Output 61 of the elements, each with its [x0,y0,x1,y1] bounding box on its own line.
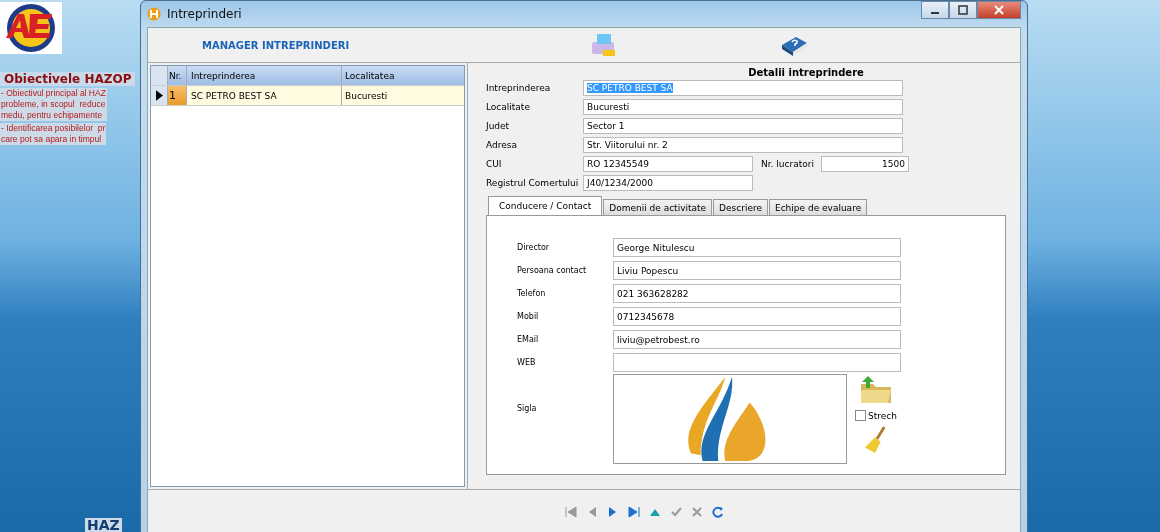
manager-title: MANAGER INTREPRINDERI [202,39,350,51]
field-label: Persoana contact [516,266,588,275]
window-title: Intreprinderi [167,7,242,21]
last-record-button[interactable] [626,505,641,519]
field-label: EMail [516,335,540,344]
checkbox-label: Strech [868,410,897,421]
field-label: Sigla [516,404,538,413]
checkbox[interactable] [855,410,866,421]
column-header[interactable]: Intreprinderea [187,66,342,85]
field-label: Localitate [486,101,531,112]
field-label: WEB [516,358,537,367]
table-cell: 1 [168,86,187,105]
text-field[interactable]: RO 12345549 [583,155,753,172]
text-field[interactable]: 021 363628282 [613,284,901,303]
open-folder-icon[interactable] [858,374,893,406]
field-label: Intreprinderea [486,82,552,93]
text-field[interactable] [613,353,901,372]
tab[interactable]: Domenii de activitate [603,199,713,215]
field-label: Mobil [516,312,540,321]
number-field[interactable]: 1500 [821,155,909,172]
text-field[interactable]: 0712345678 [613,307,901,326]
row-indicator-cell[interactable] [151,86,168,105]
close-icon [994,5,1004,15]
text-field[interactable]: Str. Viitorului nr. 2 [583,136,903,153]
maximize-icon [958,5,968,15]
desktop-footer-text: HAZ [85,518,122,532]
text-field[interactable]: Bucuresti [583,98,903,115]
tab[interactable]: Echipe de evaluare [768,199,868,215]
minimize-icon [931,12,939,14]
minimize-button[interactable] [921,1,949,19]
desktop-paragraph: - Identificarea posibilelor pr care pot sa apara in timpul [0,123,107,145]
table-cell: SC PETRO BEST SA [187,86,342,105]
column-header[interactable]: Localitatea [342,66,464,85]
tab[interactable]: Descriere [713,199,768,215]
field-label: Director [516,243,551,252]
desktop-paragraph: - Obiectivul principal al HAZ probleme, in scopul reduce medu, pentru echipamente [0,88,107,121]
column-header[interactable]: Nr. [168,66,187,85]
details-title: Detalii intreprindere [747,67,865,78]
refresh-record-button[interactable] [710,505,725,519]
app-icon [147,7,161,21]
grid-row[interactable]: 1 SC PETRO BEST SA Bucuresti [151,86,464,106]
text-field[interactable]: George Nitulescu [613,238,901,257]
field-label: Judet [486,120,511,131]
logo-icon [0,2,62,54]
text-field[interactable]: Sector 1 [583,117,903,134]
desktop-heading: Obiectivele HAZOP [0,72,136,86]
broom-icon[interactable] [863,425,888,455]
field-label: Telefon [516,289,547,298]
text-field[interactable]: J40/1234/2000 [583,174,753,191]
field-label: Nr. lucratori [761,158,815,169]
text-field[interactable]: liviu@petrobest.ro [613,330,901,349]
field-label: CUI [486,158,503,169]
table-cell-text: Bucuresti [344,89,389,103]
row-pointer-icon [155,90,163,101]
field-label: Adresa [486,139,518,150]
close-button[interactable] [977,1,1021,19]
field-label: Registrul Comertului [486,177,580,188]
maximize-button[interactable] [949,1,977,19]
text-field[interactable]: Liviu Popescu [613,261,901,280]
tab[interactable]: Conducere / Contact [488,196,603,215]
row-indicator-header [151,66,168,85]
